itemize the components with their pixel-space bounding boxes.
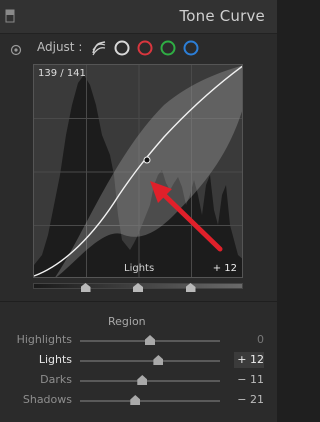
red-channel-icon[interactable]	[136, 39, 154, 57]
curve-control-point[interactable]	[143, 156, 151, 164]
slider-row-darks: Darks − 11	[0, 371, 277, 391]
curve-readout: 139 / 141	[38, 68, 86, 79]
slider-thumb[interactable]	[153, 355, 164, 365]
curve-region-value: + 12	[212, 263, 237, 274]
slider-row-highlights: Highlights 0	[0, 331, 277, 351]
panel-title: Tone Curve	[179, 7, 265, 25]
region-heading: Region	[108, 315, 146, 328]
slider-track[interactable]	[80, 380, 220, 382]
slider-thumb[interactable]	[145, 335, 155, 345]
slider-value[interactable]: + 12	[234, 352, 264, 368]
green-channel-icon[interactable]	[159, 39, 177, 57]
slider-thumb[interactable]	[137, 375, 148, 385]
slider-row-lights: Lights + 12	[0, 351, 277, 371]
slider-label: Lights	[38, 353, 72, 366]
slider-label: Shadows	[22, 393, 72, 406]
slider-label: Darks	[40, 373, 72, 386]
slider-label: Highlights	[16, 333, 72, 346]
slider-thumb[interactable]	[130, 395, 141, 405]
slider-track[interactable]	[80, 400, 220, 402]
parametric-curve-icon[interactable]	[90, 39, 108, 57]
slider-track[interactable]	[80, 360, 220, 362]
curve-region-name: Lights	[124, 263, 155, 274]
slider-value[interactable]: − 21	[234, 392, 264, 408]
tone-curve-panel: Tone Curve Adjust : 139 / 141 Lights + 1…	[0, 0, 277, 422]
collapse-toggle-icon[interactable]	[5, 9, 15, 23]
rgb-channel-icon[interactable]	[113, 39, 131, 57]
tone-curve-graph[interactable]: 139 / 141 Lights + 12	[33, 64, 243, 278]
divider	[0, 301, 277, 302]
panel-header[interactable]: Tone Curve	[0, 0, 277, 34]
curve-canvas[interactable]	[34, 65, 243, 278]
blue-channel-icon[interactable]	[182, 39, 200, 57]
slider-value[interactable]: − 11	[234, 372, 264, 388]
target-adjustment-tool-icon[interactable]	[10, 44, 22, 56]
slider-value[interactable]: 0	[234, 332, 264, 348]
slider-row-shadows: Shadows − 21	[0, 391, 277, 411]
adjust-label: Adjust :	[37, 40, 83, 54]
